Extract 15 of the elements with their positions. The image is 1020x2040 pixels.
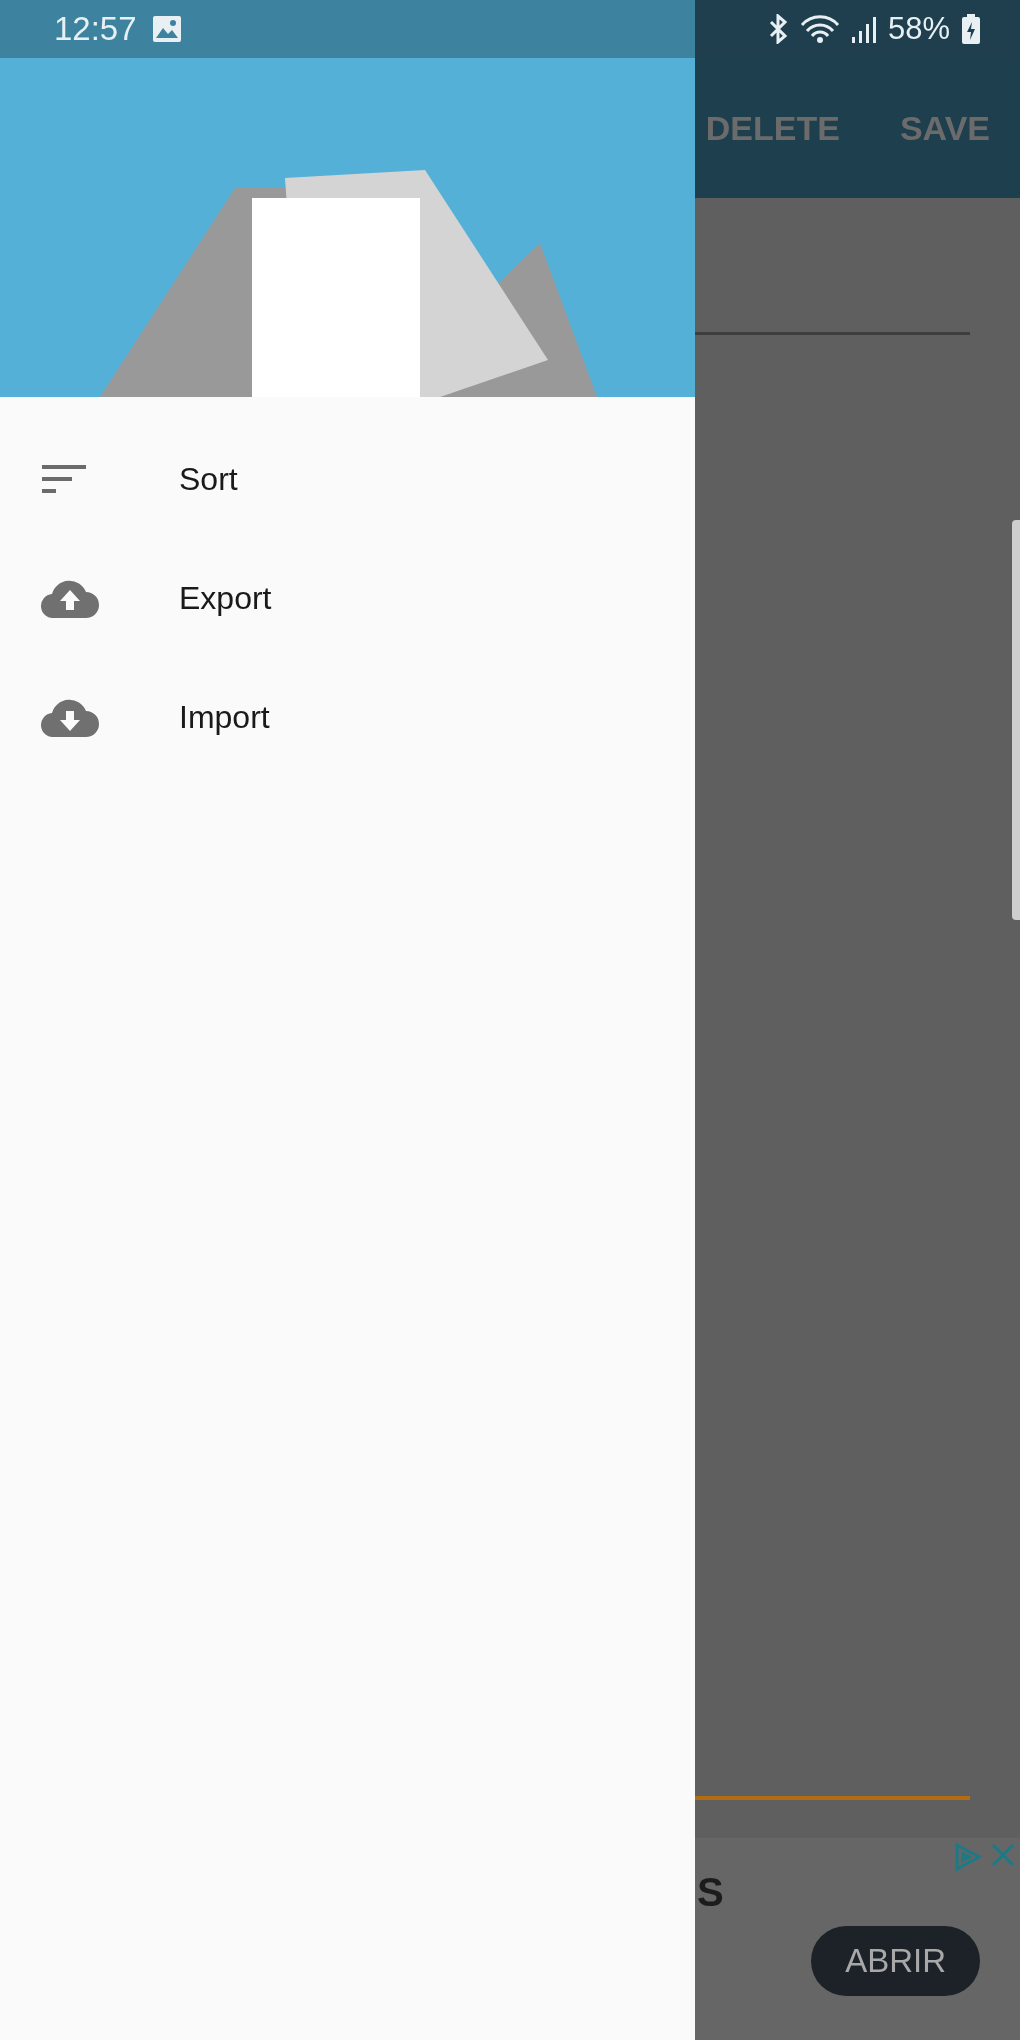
battery-icon xyxy=(962,14,980,44)
status-time: 12:57 xyxy=(54,9,137,50)
drawer-menu-item[interactable]: Import xyxy=(0,657,695,776)
open-button[interactable]: ABRIR xyxy=(811,1926,980,1996)
battery-percent: 58% xyxy=(887,9,950,48)
ad-title: S xyxy=(697,1872,725,1912)
image-icon xyxy=(152,16,181,42)
bluetooth-icon xyxy=(767,14,788,44)
signal-icon xyxy=(851,15,876,43)
close-icon[interactable] xyxy=(990,1842,1016,1868)
drawer-menu-item[interactable]: Export xyxy=(0,538,695,657)
wifi-icon xyxy=(799,15,840,43)
ad-choices-icon xyxy=(954,1842,982,1872)
sort-icon xyxy=(40,462,88,495)
drawer-menu-item[interactable]: Sort xyxy=(0,419,695,538)
